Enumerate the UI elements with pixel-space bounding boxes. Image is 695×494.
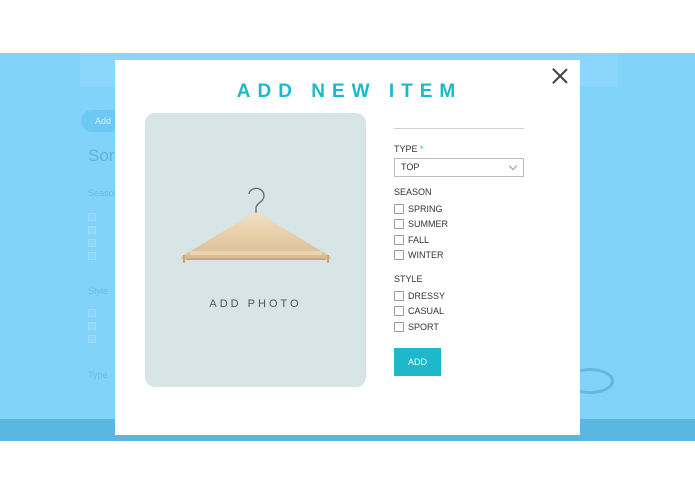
checkbox[interactable] bbox=[394, 322, 404, 332]
checkbox[interactable] bbox=[394, 235, 404, 245]
screen: Add Sort Season Style Type ADD NEW ITEM bbox=[0, 0, 695, 494]
bg-label-type: Type bbox=[88, 370, 108, 380]
option-label: DRESSY bbox=[408, 291, 446, 301]
bg-checkbox bbox=[88, 252, 96, 260]
option-label: SPORT bbox=[408, 322, 439, 332]
season-option-spring[interactable]: SPRING bbox=[394, 203, 443, 215]
hanger-icon bbox=[181, 187, 331, 263]
bg-checkbox bbox=[88, 239, 96, 247]
option-label: SUMMER bbox=[408, 219, 448, 229]
add-photo-label: ADD PHOTO bbox=[209, 298, 302, 310]
name-input[interactable] bbox=[394, 128, 524, 129]
season-option-winter[interactable]: WINTER bbox=[394, 249, 444, 261]
option-label: FALL bbox=[408, 235, 430, 245]
type-selected-value: TOP bbox=[401, 162, 420, 172]
bg-label-style: Style bbox=[88, 286, 109, 296]
style-label: STYLE bbox=[394, 274, 423, 284]
add-photo-area[interactable]: ADD PHOTO bbox=[145, 113, 366, 387]
bg-checkbox bbox=[88, 213, 96, 221]
checkbox[interactable] bbox=[394, 306, 404, 316]
bg-label-season: Season bbox=[88, 188, 119, 198]
bg-checkbox bbox=[88, 322, 96, 330]
checkbox[interactable] bbox=[394, 219, 404, 229]
style-option-casual[interactable]: CASUAL bbox=[394, 305, 444, 317]
checkbox[interactable] bbox=[394, 250, 404, 260]
checkbox[interactable] bbox=[394, 204, 404, 214]
required-mark: * bbox=[420, 144, 424, 154]
style-option-dressy[interactable]: DRESSY bbox=[394, 290, 445, 302]
bg-checkbox bbox=[88, 309, 96, 317]
option-label: CASUAL bbox=[408, 306, 445, 316]
type-label-text: TYPE bbox=[394, 144, 418, 154]
type-label: TYPE * bbox=[394, 144, 424, 154]
bg-checkbox bbox=[88, 226, 96, 234]
modal-title: ADD NEW ITEM bbox=[236, 81, 463, 102]
add-item-modal: ADD NEW ITEM ADD PHOTO TYPE * TOP SEASON… bbox=[115, 60, 580, 435]
bg-checkbox bbox=[88, 335, 96, 343]
option-label: SPRING bbox=[408, 204, 443, 214]
season-label: SEASON bbox=[394, 187, 432, 197]
chevron-down-icon bbox=[508, 161, 518, 171]
option-label: WINTER bbox=[408, 250, 444, 260]
checkbox[interactable] bbox=[394, 291, 404, 301]
style-option-sport[interactable]: SPORT bbox=[394, 321, 439, 333]
add-button[interactable]: ADD bbox=[394, 348, 441, 376]
season-option-summer[interactable]: SUMMER bbox=[394, 218, 448, 230]
type-select[interactable]: TOP bbox=[394, 158, 524, 177]
season-option-fall[interactable]: FALL bbox=[394, 234, 429, 246]
